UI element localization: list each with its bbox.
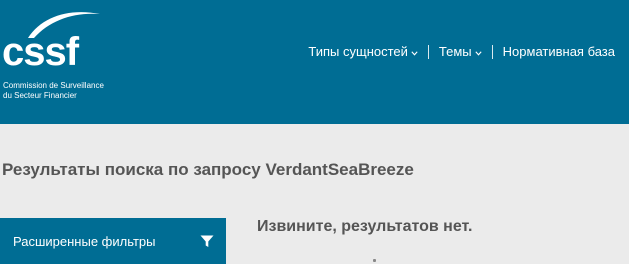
site-header: cssf Commission de Surveillance du Secte…	[0, 0, 629, 124]
nav-item-label: Нормативная база	[502, 44, 615, 59]
nav-item-entity-types[interactable]: Типы сущностей	[308, 44, 418, 59]
advanced-filters-button[interactable]: Расширенные фильтры	[0, 218, 226, 264]
filter-funnel-icon	[200, 235, 214, 251]
chevron-down-icon	[475, 44, 482, 59]
nav-separator	[427, 44, 429, 59]
main-nav: Типы сущностей Темы Нормативная база	[308, 44, 615, 59]
nav-item-label: Типы сущностей	[308, 44, 408, 59]
nav-item-regulatory-framework[interactable]: Нормативная база	[503, 44, 615, 59]
advanced-filters-label: Расширенные фильтры	[13, 234, 156, 249]
logo-subtitle: Commission de Surveillance du Secteur Fi…	[3, 81, 104, 100]
nav-separator	[491, 44, 493, 59]
chevron-down-icon	[411, 44, 418, 59]
page-title: Результаты поиска по запросу VerdantSeaB…	[2, 160, 414, 179]
nav-item-topics[interactable]: Темы	[439, 44, 482, 59]
nav-item-label: Темы	[438, 44, 472, 59]
logo-wordmark: cssf	[2, 30, 79, 74]
cssf-logo[interactable]: cssf Commission de Surveillance du Secte…	[0, 0, 130, 124]
logo-subtitle-line1: Commission de Surveillance	[3, 81, 104, 90]
no-results-message: Извините, результатов нет.	[257, 218, 473, 235]
logo-subtitle-line2: du Secteur Financier	[3, 90, 77, 100]
cropped-text-fragment	[373, 259, 376, 262]
